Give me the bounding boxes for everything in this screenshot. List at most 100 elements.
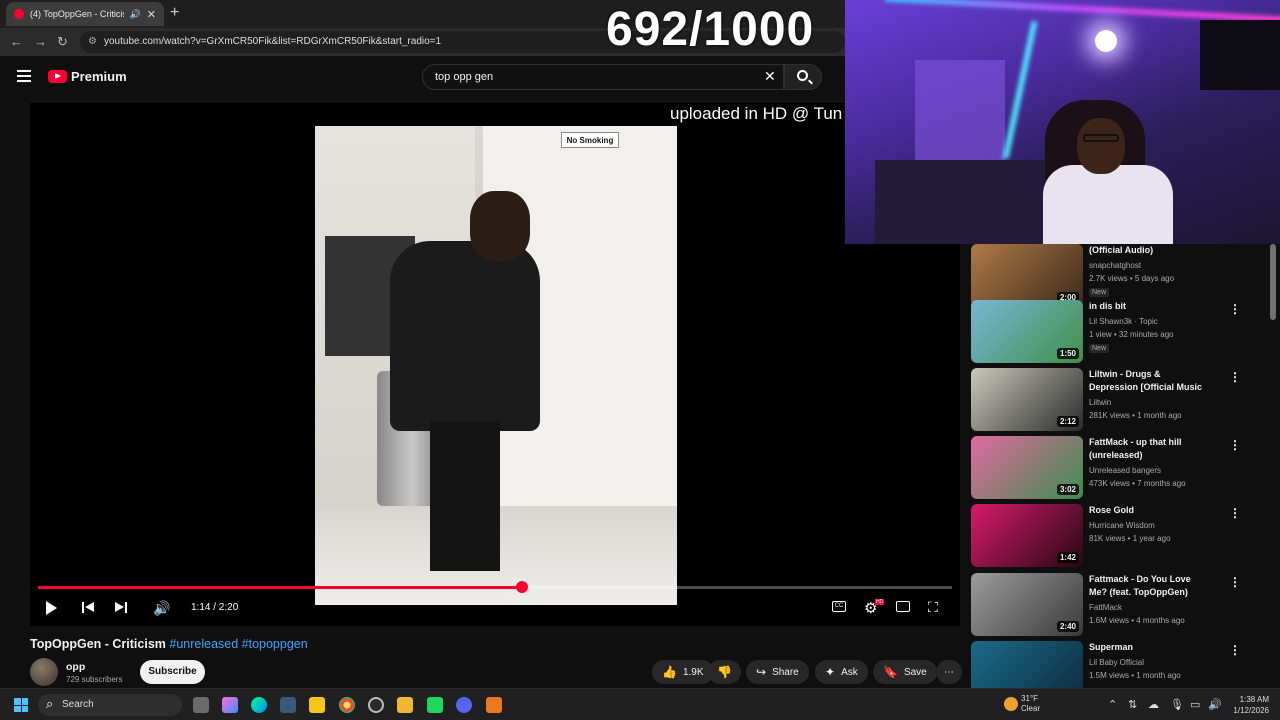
weather-condition: Clear <box>1021 704 1041 713</box>
more-options-icon[interactable]: ⋮ <box>1229 302 1241 316</box>
channel-name[interactable]: opp <box>66 661 85 673</box>
dislike-button[interactable]: 👎 <box>708 660 741 684</box>
spotify-icon[interactable] <box>427 697 443 713</box>
recommendation-item[interactable]: 3:02 FattMack - up that hill (unreleased)… <box>971 436 1271 500</box>
app-icon-orange[interactable] <box>486 697 502 713</box>
volume-icon[interactable]: 🔊 <box>153 600 170 618</box>
save-button[interactable]: 🔖 Save <box>873 660 937 684</box>
recommendation-channel[interactable]: Hurricane Wisdom <box>1089 521 1155 530</box>
taskbar-search[interactable]: Search <box>38 694 182 716</box>
more-options-icon[interactable]: ⋮ <box>1229 506 1241 520</box>
play-icon[interactable] <box>46 601 57 615</box>
network-icon[interactable]: ▭ <box>1190 698 1200 711</box>
search-input[interactable]: top opp gen <box>422 64 784 90</box>
discord-icon[interactable] <box>456 697 472 713</box>
fullscreen-icon[interactable]: ⛶ <box>928 599 938 617</box>
duration-badge: 1:50 <box>1056 348 1079 359</box>
obs-icon[interactable] <box>368 697 384 713</box>
task-view-icon[interactable] <box>193 697 209 713</box>
recommendation-title[interactable]: Fattmack - Do You Love Me? (feat. TopOpp… <box>1089 573 1209 599</box>
search-button[interactable] <box>784 64 822 90</box>
more-options-icon[interactable]: ⋮ <box>1229 575 1241 589</box>
share-button[interactable]: ↪ Share <box>746 660 809 684</box>
chrome-icon[interactable] <box>339 697 355 713</box>
hamburger-menu-icon[interactable] <box>17 70 31 82</box>
sidebar-scrollbar[interactable] <box>1270 244 1276 320</box>
person-legs <box>430 421 500 571</box>
back-icon[interactable]: ← <box>10 34 23 49</box>
new-badge: New <box>1089 288 1110 297</box>
speaker-icon[interactable]: 🔊 <box>1208 698 1222 711</box>
more-options-icon[interactable]: ⋮ <box>1229 438 1241 452</box>
clear-search-icon[interactable]: ✕ <box>764 68 776 85</box>
reload-icon[interactable]: ↻ <box>57 34 68 50</box>
person-figure <box>370 181 550 581</box>
site-info-icon[interactable]: ⚙ <box>88 36 97 47</box>
recommendation-thumbnail[interactable]: 3:02 <box>971 436 1083 499</box>
like-button[interactable]: 👍 1.9K <box>652 660 714 684</box>
video-frame: No Smoking <box>315 126 677 605</box>
recommendation-channel[interactable]: FattMack <box>1089 603 1122 612</box>
recommendation-title[interactable]: (Official Audio) <box>1089 244 1209 257</box>
tray-chevron-icon[interactable]: ⌃ <box>1108 698 1117 711</box>
theater-mode-icon[interactable] <box>896 601 910 612</box>
previous-icon[interactable] <box>82 602 94 613</box>
system-clock[interactable]: 1:38 AM 1/12/2026 <box>1229 694 1269 716</box>
weather-widget[interactable]: 31°F Clear <box>1021 694 1040 714</box>
edge-icon[interactable] <box>251 697 267 713</box>
recommendation-title[interactable]: in dis bit <box>1089 300 1209 313</box>
recommendation-thumbnail[interactable]: 1:50 <box>971 300 1083 363</box>
recommendation-item[interactable]: 2:12 Liltwin - Drugs & Depression [Offici… <box>971 368 1271 432</box>
tab-close-icon[interactable]: ✕ <box>147 8 156 21</box>
app-icon[interactable] <box>280 697 296 713</box>
recommendation-thumbnail[interactable]: 2:00 <box>971 244 1083 307</box>
recommendation-channel[interactable]: snapchatghost <box>1089 261 1141 270</box>
channel-avatar[interactable] <box>30 658 58 686</box>
tray-app-icon[interactable]: ⇅ <box>1128 698 1137 711</box>
windows-start-icon[interactable] <box>14 698 28 712</box>
recommendation-item[interactable]: 2:40 Fattmack - Do You Love Me? (feat. To… <box>971 573 1271 637</box>
recommendation-channel[interactable]: Unreleased bangers <box>1089 466 1161 475</box>
recommendation-thumbnail[interactable]: 2:12 <box>971 368 1083 431</box>
file-explorer-icon[interactable] <box>397 697 413 713</box>
progress-bar[interactable] <box>38 581 952 593</box>
recommendation-title[interactable]: Rose Gold <box>1089 504 1209 517</box>
next-icon[interactable] <box>115 602 127 613</box>
recommendation-title[interactable]: FattMack - up that hill (unreleased) <box>1089 436 1209 462</box>
tab-audio-icon[interactable]: 🔊 <box>130 9 141 20</box>
recommendation-item[interactable]: 1:50 in dis bit Lil Shawn3k · Topic 1 view … <box>971 300 1271 364</box>
youtube-logo[interactable]: Premium <box>48 69 127 84</box>
weather-icon[interactable] <box>1004 697 1018 711</box>
store-icon[interactable] <box>309 697 325 713</box>
recommendation-channel[interactable]: Liltwin <box>1089 398 1111 407</box>
recommendation-thumbnail[interactable]: 2:40 <box>971 573 1083 636</box>
ask-label: Ask <box>841 666 858 678</box>
recommendation-meta: 281K views • 1 month ago <box>1089 411 1182 420</box>
more-options-icon[interactable]: ⋮ <box>1229 643 1241 657</box>
new-tab-icon[interactable]: + <box>170 4 179 22</box>
recommendation-title[interactable]: Liltwin - Drugs & Depression [Official M… <box>1089 368 1209 394</box>
browser-tab[interactable]: (4) TopOppGen - Criticism 🔊 ✕ <box>6 2 164 26</box>
tab-title: (4) TopOppGen - Criticism <box>30 9 124 19</box>
room-tv <box>1200 20 1280 90</box>
hd-badge-icon: HD <box>875 599 885 605</box>
recommendation-channel[interactable]: Lil Shawn3k · Topic <box>1089 317 1158 326</box>
like-count: 1.9K <box>682 666 704 678</box>
youtube-play-logo-icon <box>48 70 67 83</box>
more-actions-button[interactable]: ⋯ <box>936 660 962 684</box>
video-title: TopOppGen - Criticism #unreleased #topop… <box>30 637 308 651</box>
onedrive-icon[interactable]: ☁ <box>1148 698 1159 711</box>
recommendation-item[interactable]: 1:42 Rose Gold Hurricane Wisdom 81K views •… <box>971 504 1271 568</box>
recommendation-item[interactable]: 2:00 (Official Audio) snapchatghost 2.7K vi… <box>971 244 1271 308</box>
ask-button[interactable]: ✦ Ask <box>815 660 868 684</box>
copilot-icon[interactable] <box>222 697 238 713</box>
subscribe-button[interactable]: Subscribe <box>140 660 205 684</box>
more-options-icon[interactable]: ⋮ <box>1229 370 1241 384</box>
forward-icon[interactable]: → <box>34 34 47 49</box>
microphone-icon[interactable]: 🎙 <box>1170 698 1184 711</box>
recommendation-thumbnail[interactable]: 1:42 <box>971 504 1083 567</box>
video-hashtags[interactable]: #unreleased #topoppgen <box>169 637 307 651</box>
recommendation-channel[interactable]: Lil Baby Official <box>1089 658 1144 667</box>
recommendation-title[interactable]: Superman <box>1089 641 1209 654</box>
captions-icon[interactable]: CC <box>832 601 846 612</box>
